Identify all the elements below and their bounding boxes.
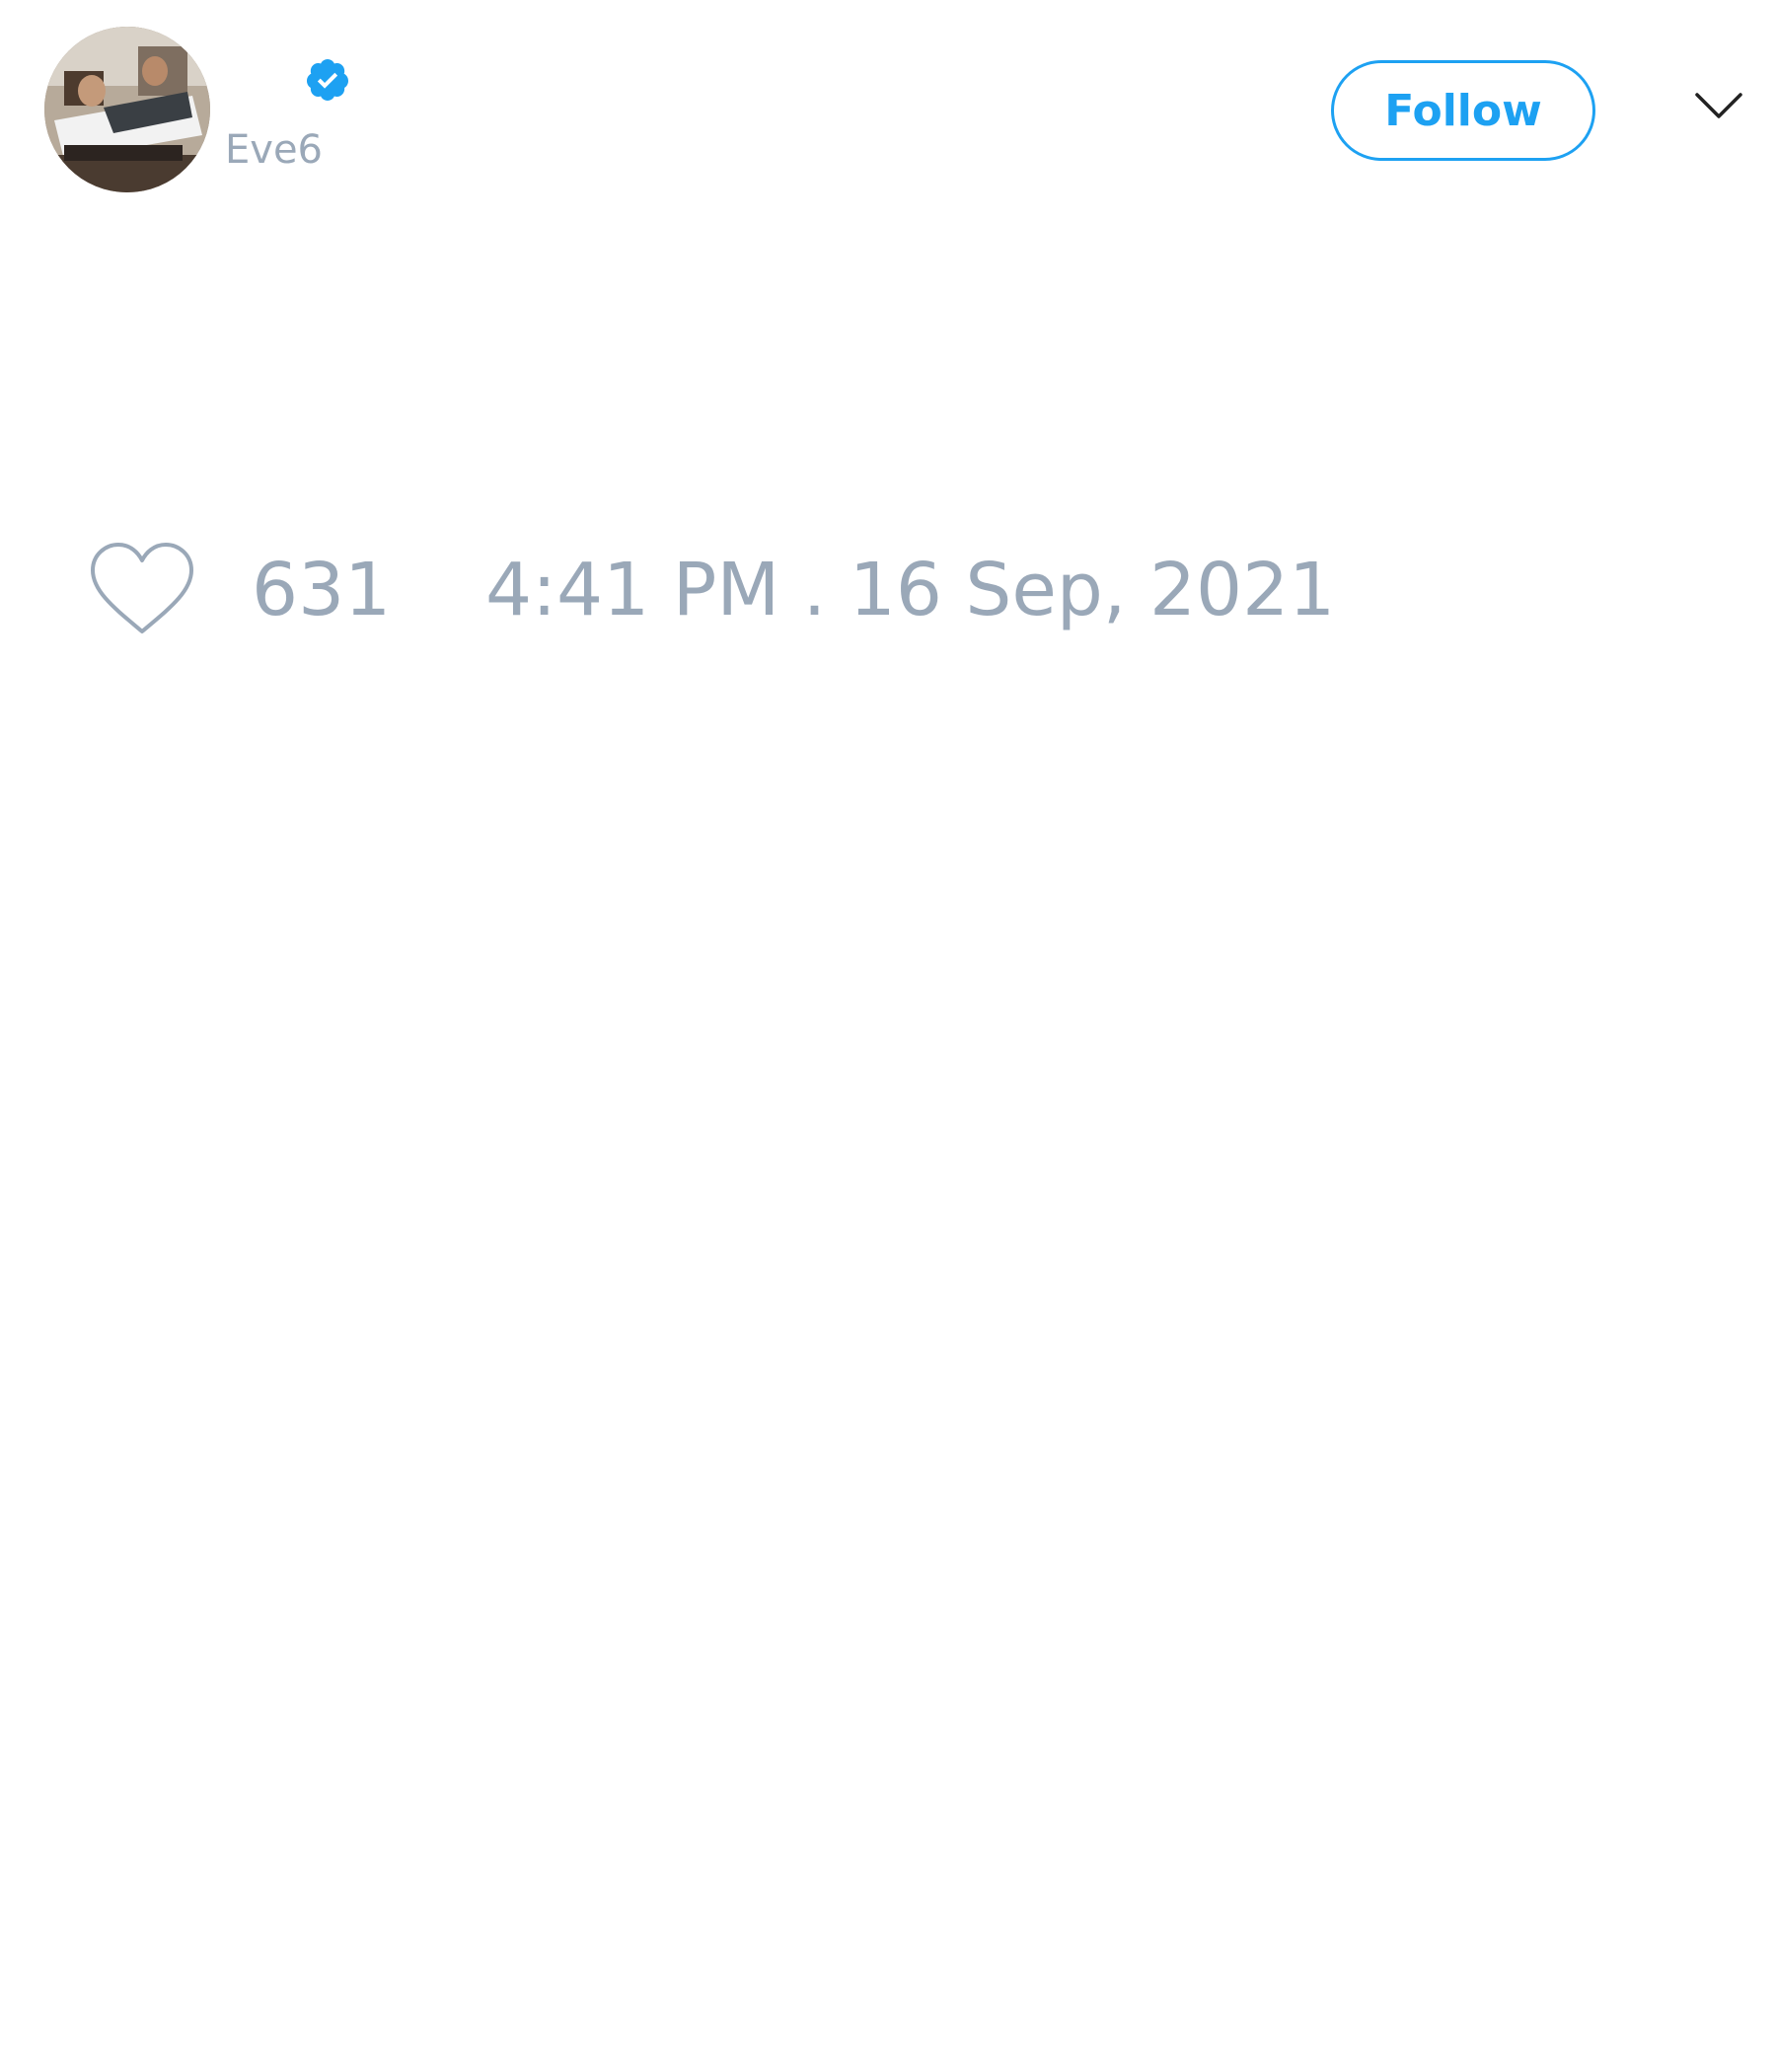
avatar[interactable] xyxy=(44,27,210,192)
verified-badge-icon xyxy=(304,56,351,104)
like-count: 631 xyxy=(252,548,392,632)
tweet-timestamp[interactable]: 4:41 PM . 16 Sep, 2021 xyxy=(485,547,1335,633)
heart-outline-icon[interactable] xyxy=(87,541,197,639)
chevron-down-icon[interactable] xyxy=(1693,87,1744,126)
follow-button[interactable]: Follow xyxy=(1331,60,1595,161)
author-handle[interactable]: Eve6 xyxy=(225,126,323,174)
avatar-photo xyxy=(44,27,210,192)
